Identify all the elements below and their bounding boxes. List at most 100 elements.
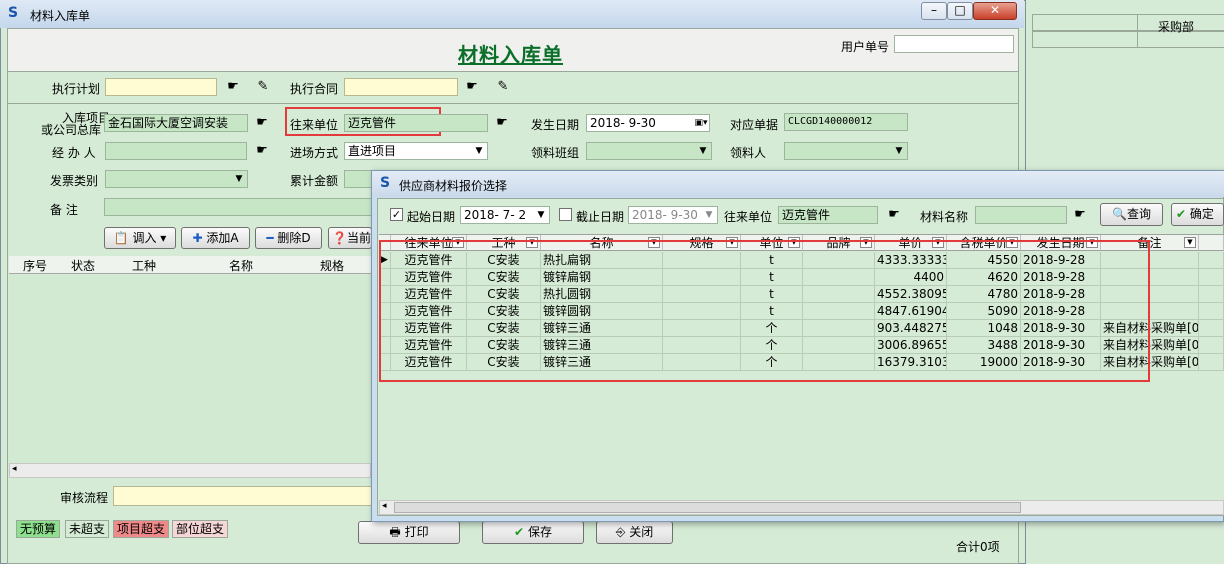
date-label: 发生日期 bbox=[531, 118, 580, 132]
save-label: 保存 bbox=[527, 525, 552, 539]
printer-icon: 🖶 bbox=[389, 525, 401, 539]
receiver-label: 领料人 bbox=[730, 146, 767, 160]
date-picker[interactable]: 2018- 9-30 ▣▾ bbox=[586, 114, 710, 132]
user-no-input[interactable] bbox=[894, 35, 1014, 53]
receiver-select[interactable]: ▼ bbox=[784, 142, 908, 160]
pen-clear-icon[interactable]: ✎ bbox=[493, 78, 513, 96]
chevron-down-icon[interactable]: ▼ bbox=[892, 144, 906, 158]
entry-mode-label: 进场方式 bbox=[290, 146, 339, 160]
window-title: 材料入库单 bbox=[30, 9, 91, 23]
legend-no-budget: 无预算 bbox=[16, 520, 61, 538]
handler-label: 经 办 人 bbox=[52, 146, 96, 160]
save-button[interactable]: ✔ 保存 bbox=[482, 521, 584, 544]
hand-pointer-icon[interactable]: ☛ bbox=[252, 142, 272, 160]
query-button[interactable]: 🔍查询 bbox=[1100, 203, 1163, 226]
doc-input[interactable]: CLCGD140000012 bbox=[784, 113, 908, 131]
scroll-left-icon[interactable]: ◂ bbox=[382, 501, 387, 511]
scroll-thumb[interactable] bbox=[394, 502, 1021, 513]
hand-pointer-icon[interactable]: ☛ bbox=[462, 78, 482, 96]
end-date-picker[interactable]: 2018- 9-30 ▼ bbox=[628, 206, 718, 224]
col-header: 序号 bbox=[23, 259, 48, 273]
partner-input[interactable]: 迈克管件 bbox=[344, 114, 488, 132]
cell-extra bbox=[1199, 286, 1224, 303]
end-date-label: 截止日期 bbox=[576, 210, 625, 224]
hand-pointer-icon[interactable]: ☛ bbox=[252, 114, 272, 132]
chevron-down-icon[interactable]: ▼ bbox=[696, 144, 710, 158]
hand-pointer-icon[interactable]: ☛ bbox=[1070, 206, 1090, 224]
minus-icon: ━ bbox=[266, 231, 274, 245]
items-grid-body[interactable] bbox=[9, 275, 371, 463]
cell-extra bbox=[1199, 354, 1224, 371]
audit-input[interactable] bbox=[113, 486, 372, 506]
col-header: 状态 bbox=[71, 259, 96, 273]
import-button[interactable]: 📋 调入 ▾ bbox=[104, 227, 176, 249]
chevron-down-icon[interactable]: ▼ bbox=[472, 144, 486, 158]
exit-door-icon: ⎆ bbox=[615, 525, 626, 539]
handler-input[interactable] bbox=[105, 142, 247, 160]
print-button[interactable]: 🖶 打印 bbox=[358, 521, 460, 544]
cell-extra bbox=[1199, 337, 1224, 354]
close-label: 关闭 bbox=[629, 525, 654, 539]
minimize-button[interactable]: – bbox=[921, 2, 947, 20]
app-logo-icon: S bbox=[8, 5, 19, 21]
total-count: 合计0项 bbox=[956, 540, 1000, 554]
scroll-left-icon[interactable]: ◂ bbox=[12, 464, 17, 474]
col-header: 名称 bbox=[229, 259, 254, 273]
dialog-horizontal-scrollbar[interactable]: ◂ bbox=[379, 500, 1224, 515]
chevron-down-icon[interactable]: ▼ bbox=[232, 172, 246, 186]
bg-cell bbox=[1032, 31, 1138, 48]
bg-dept-label: 采购部 bbox=[1158, 20, 1195, 34]
chevron-down-icon[interactable]: ▼ bbox=[702, 208, 716, 222]
team-select[interactable]: ▼ bbox=[586, 142, 712, 160]
app-logo-icon: S bbox=[380, 175, 391, 191]
ok-button[interactable]: ✔ 确定 bbox=[1171, 203, 1224, 226]
highlight-box bbox=[379, 240, 1150, 382]
maximize-button[interactable]: □ bbox=[947, 2, 973, 20]
add-label: 添加A bbox=[206, 231, 239, 245]
end-date-checkbox[interactable] bbox=[559, 208, 572, 221]
invoice-select[interactable]: ▼ bbox=[105, 170, 248, 188]
material-input[interactable] bbox=[975, 206, 1067, 224]
exec-contract-label: 执行合同 bbox=[290, 82, 339, 96]
start-date-checkbox[interactable]: ✓ bbox=[390, 208, 403, 221]
current-button[interactable]: ❓当前 bbox=[328, 227, 372, 249]
calendar-dropdown-icon[interactable]: ▣▾ bbox=[694, 116, 708, 130]
divider bbox=[8, 71, 1018, 72]
checkmark-icon: ✔ bbox=[1176, 207, 1187, 221]
dialog-partner-label: 往来单位 bbox=[724, 210, 773, 224]
start-date-picker[interactable]: 2018- 7- 2 ▼ bbox=[460, 206, 550, 224]
dialog-partner-input[interactable]: 迈克管件 bbox=[778, 206, 878, 224]
horizontal-scrollbar[interactable]: ◂ bbox=[9, 463, 371, 478]
import-label: 调入 bbox=[132, 231, 157, 245]
close-window-button[interactable]: ✕ bbox=[973, 2, 1017, 20]
entry-mode-value: 直进项目 bbox=[348, 144, 397, 158]
delete-label: 删除D bbox=[277, 231, 311, 245]
col-header-extra bbox=[1199, 235, 1224, 251]
total-amount-input[interactable] bbox=[344, 170, 372, 188]
hand-pointer-icon[interactable]: ☛ bbox=[884, 206, 904, 224]
start-date-label: 起始日期 bbox=[407, 210, 456, 224]
import-icon: 📋 bbox=[113, 231, 129, 245]
hand-pointer-icon[interactable]: ☛ bbox=[492, 114, 512, 132]
exec-plan-label: 执行计划 bbox=[52, 82, 101, 96]
invoice-label: 发票类别 bbox=[50, 174, 99, 188]
ok-label: 确定 bbox=[1189, 207, 1214, 221]
entry-mode-select[interactable]: 直进项目 ▼ bbox=[344, 142, 488, 160]
delete-button[interactable]: ━ 删除D bbox=[255, 227, 322, 249]
total-amount-label: 累计金额 bbox=[290, 174, 339, 188]
hand-pointer-icon[interactable]: ☛ bbox=[223, 78, 243, 96]
exec-contract-input[interactable] bbox=[344, 78, 458, 96]
items-grid-header: 序号 状态 工种 名称 规格 bbox=[9, 256, 371, 274]
chevron-down-icon[interactable]: ▼ bbox=[534, 208, 548, 222]
col-header: 规格 bbox=[320, 259, 345, 273]
remark-input[interactable] bbox=[104, 198, 372, 216]
exec-plan-input[interactable] bbox=[105, 78, 217, 96]
pen-clear-icon[interactable]: ✎ bbox=[253, 78, 273, 96]
close-button[interactable]: ⎆ 关闭 bbox=[596, 521, 673, 544]
plus-icon: ✚ bbox=[192, 231, 203, 245]
add-button[interactable]: ✚ 添加A bbox=[181, 227, 250, 249]
chevron-down-icon: ▾ bbox=[160, 231, 167, 245]
main-titlebar: S 材料入库单 – □ ✕ bbox=[0, 0, 1024, 28]
project-input[interactable]: 金石国际大厦空调安装 bbox=[104, 114, 248, 132]
project-label-2: 或公司总库 bbox=[41, 123, 102, 137]
